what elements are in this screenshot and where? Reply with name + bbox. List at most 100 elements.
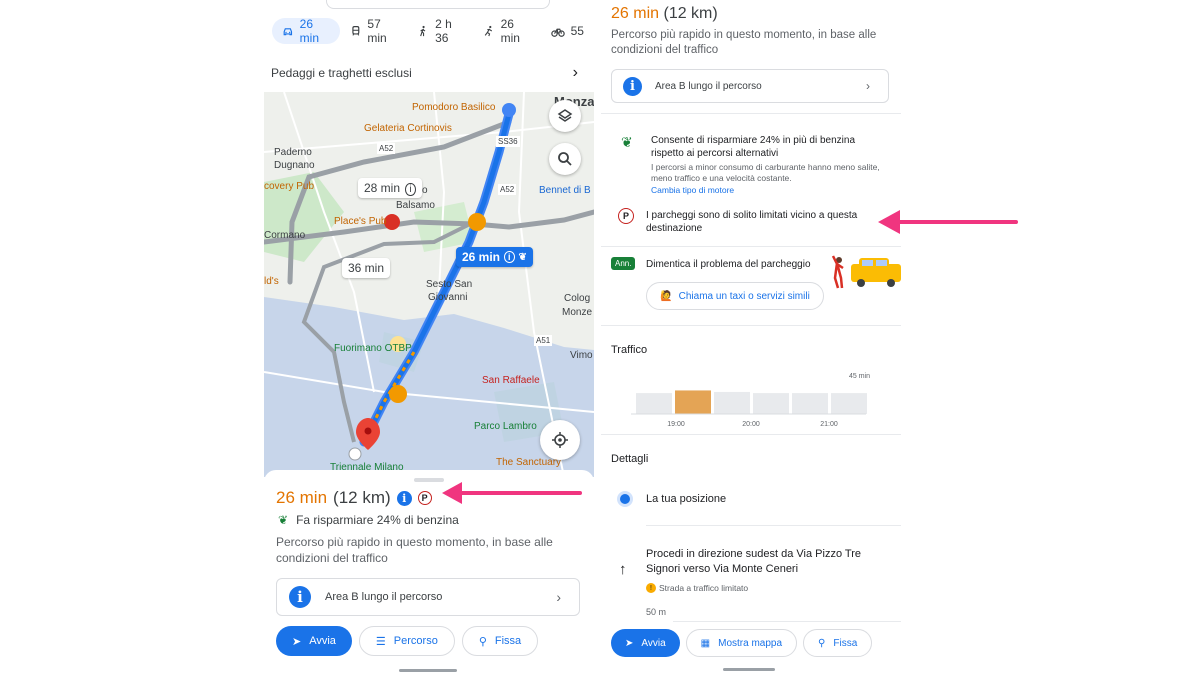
leaf-icon: ❦ (621, 134, 633, 150)
area-b-label: Area B lungo il percorso (325, 591, 443, 603)
pin-icon: ⚲ (818, 637, 826, 649)
traffic-title: Traffico (611, 344, 648, 356)
map-label-ids: ld's (264, 276, 279, 287)
traffic-bar[interactable] (792, 393, 828, 414)
start-navigation-button[interactable]: ➤ Avvia (611, 629, 680, 657)
parking-icon[interactable]: P (417, 491, 432, 505)
traffic-bar[interactable] (636, 393, 672, 414)
traffic-bar[interactable] (714, 391, 750, 414)
divider (601, 434, 901, 435)
mode-tab-car-label: 26 min (299, 17, 320, 45)
map-label-places: Place's Pub (334, 216, 387, 227)
info-icon: i (289, 586, 311, 608)
mode-tab-transit[interactable]: 57 min (340, 17, 408, 45)
divider (601, 325, 901, 326)
mode-tab-run-label: 26 min (500, 17, 520, 45)
info-icon: i (623, 76, 642, 96)
traffic-tick-label: 19:00 (667, 421, 685, 428)
my-location-icon (620, 494, 630, 504)
map-label-cologno: Colog (564, 293, 591, 304)
selected-route-time-label: 26 min (462, 250, 501, 264)
chevron-right-icon: › (556, 589, 561, 605)
mode-tab-walk-label: 2 h 36 (435, 17, 452, 45)
alt-route-time-2[interactable]: 36 min (342, 258, 391, 278)
start-navigation-button[interactable]: ➤ Avvia (276, 626, 352, 656)
info-outline-icon: i (405, 183, 416, 196)
mode-tab-bike[interactable]: 55 (541, 18, 594, 44)
area-b-label: Area B lungo il percorso (655, 80, 762, 92)
road-shield-a52b: A52 (498, 184, 517, 195)
eco-savings: ❦ Fa risparmiare 24% di benzina (278, 513, 459, 527)
system-nav-handle[interactable] (399, 669, 457, 672)
layers-icon (557, 109, 573, 122)
call-taxi-button[interactable]: 🙋 Chiama un taxi o servizi simili (646, 282, 824, 310)
eco-title: Consente di risparmiare 24% in più di be… (651, 135, 856, 159)
map-label-dugnano: Dugnano (274, 160, 315, 171)
map-label-sanraffaele: San Raffaele (482, 375, 540, 386)
map-label-parcolambro: Parco Lambro (474, 421, 537, 432)
mode-tab-car[interactable]: 26 min (272, 17, 340, 45)
parking-icon: P (618, 208, 634, 224)
leaf-icon: ❦ (518, 251, 527, 263)
start-position: La tua posizione (646, 493, 727, 505)
divider (601, 246, 901, 247)
map-label-bennet: Bennet di B (539, 185, 591, 196)
traffic-tick-label: 21:00 (820, 421, 838, 428)
alt-route-time-2-label: 36 min (348, 261, 385, 275)
route-description: Percorso più rapido in questo momento, i… (611, 29, 877, 56)
destination-input[interactable] (326, 0, 550, 9)
divider (601, 113, 901, 114)
road-shield-ss36: SS36 (496, 136, 520, 147)
direction-step[interactable]: Procedi in direzione sudest da Via Pizzo… (646, 547, 886, 577)
show-map-button[interactable]: ▦ Mostra mappa (685, 629, 798, 657)
person-waving-icon: 🙋 (660, 290, 673, 302)
annotation-arrow-right (878, 210, 1018, 234)
map-label-gelateria: Gelateria Cortinovis (364, 123, 452, 134)
pin-button[interactable]: ⚲ Fissa (803, 629, 873, 657)
parking-ad-title: Dimentica il problema del parcheggio (646, 259, 811, 270)
alt-route-time-1[interactable]: 28 min i (358, 178, 422, 198)
car-icon (283, 28, 293, 36)
traffic-max-label: 45 min (849, 373, 870, 380)
route-distance: (12 km) (663, 5, 718, 22)
selected-route-time[interactable]: 26 min i ❦ (456, 247, 533, 267)
map-label-giovanni: Giovanni (428, 292, 468, 303)
change-engine-link[interactable]: Cambia tipo di motore (651, 185, 734, 195)
traffic-bar[interactable] (675, 390, 711, 414)
annotation-arrow-left (442, 482, 582, 504)
route-summary: 26 min (12 km) (611, 5, 718, 23)
layers-button[interactable] (549, 100, 581, 132)
step-warning: Strada a traffico limitato (659, 583, 749, 593)
mode-tab-walk[interactable]: 2 h 36 (407, 17, 472, 45)
route-map[interactable]: Monza Pomodoro Basilico Gelateria Cortin… (264, 92, 594, 477)
recenter-button[interactable] (540, 420, 580, 460)
travel-mode-tabs: 26 min 57 min 2 h 36 26 min 55 (272, 17, 594, 45)
taxi-illustration (831, 255, 901, 289)
system-nav-handle[interactable] (723, 668, 775, 671)
route-distance: (12 km) (333, 488, 391, 507)
info-icon[interactable]: i (396, 490, 412, 506)
map-search-button[interactable] (549, 143, 581, 175)
pin-button[interactable]: ⚲ Fissa (461, 626, 539, 656)
map-label-pomodoro: Pomodoro Basilico (412, 102, 496, 113)
sheet-actions: ➤ Avvia ▦ Mostra mappa ⚲ Fissa (611, 629, 873, 657)
leaf-icon: ❦ (278, 513, 289, 527)
pin-label: Fissa (833, 637, 858, 649)
chevron-right-icon: › (572, 64, 578, 81)
bike-icon (550, 28, 565, 37)
divider (673, 621, 901, 622)
road-shield-a52: A52 (377, 143, 396, 154)
area-b-row[interactable]: i Area B lungo il percorso › (276, 578, 580, 616)
route-options-row[interactable]: Pedaggi e traghetti esclusi › (264, 60, 594, 86)
start-navigation-label: Avvia (309, 635, 336, 647)
route-steps-button[interactable]: ☰ Percorso (358, 626, 455, 656)
navigation-arrow-icon: ➤ (292, 635, 302, 648)
area-b-row[interactable]: i Area B lungo il percorso › (611, 69, 889, 103)
map-label-fuorimano: Fuorimano OTBP (334, 343, 412, 354)
mode-tab-run[interactable]: 26 min (473, 17, 541, 45)
list-icon: ☰ (375, 635, 386, 648)
traffic-bar[interactable] (753, 393, 789, 414)
sheet-actions: ➤ Avvia ☰ Percorso ⚲ Fissa (276, 626, 539, 656)
walk-icon (420, 25, 426, 37)
traffic-bar[interactable] (831, 393, 867, 414)
